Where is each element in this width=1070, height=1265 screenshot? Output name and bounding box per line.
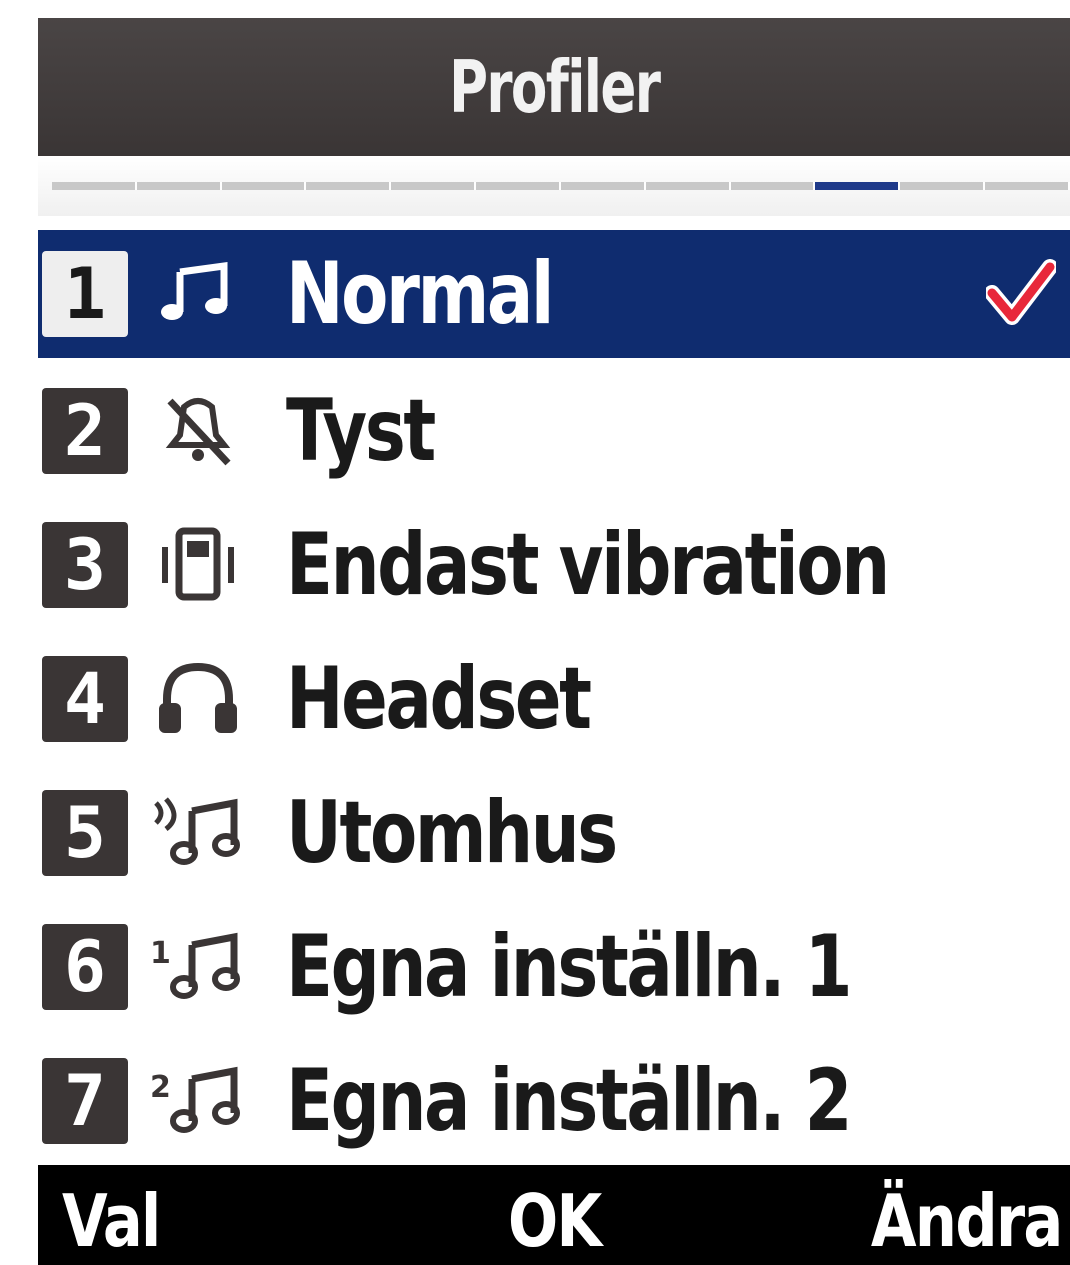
softkey-andra-button[interactable]: Ändra [871, 1179, 1063, 1263]
list-item-profile-tyst[interactable]: 2 Tyst [38, 364, 1070, 498]
custom-1-icon: 1 [146, 925, 250, 1009]
page-title: Profiler [448, 45, 661, 129]
list-item-profile-custom-1[interactable]: 6 1 Egna inställn. 1 [38, 900, 1070, 1034]
item-number-badge: 7 [42, 1058, 128, 1144]
item-number-badge: 4 [42, 656, 128, 742]
list-item-profile-vibration[interactable]: 3 Endast vibration [38, 498, 1070, 632]
list-item-profile-normal[interactable]: 1 Normal [38, 230, 1070, 358]
tab-indicator-track [52, 182, 1070, 190]
music-note-icon [146, 252, 250, 336]
item-label: Tyst [286, 381, 436, 481]
list-item-profile-utomhus[interactable]: 5 Utomhus [38, 766, 1070, 900]
item-label: Headset [286, 649, 592, 749]
tab-indicator [985, 182, 1070, 190]
item-number-badge: 3 [42, 522, 128, 608]
item-number-badge: 6 [42, 924, 128, 1010]
tab-indicator [391, 182, 477, 190]
tab-indicator [136, 182, 222, 190]
muted-bell-icon [146, 389, 250, 473]
tab-indicator [730, 182, 816, 190]
item-number-badge: 1 [42, 251, 128, 337]
tab-indicator [306, 182, 392, 190]
active-checkmark-icon [984, 259, 1058, 329]
outdoor-loud-icon [146, 791, 250, 875]
item-label: Egna inställn. 1 [286, 917, 853, 1017]
phone-screen: Profiler 1 Normal 2 Tyst 3 Endast vibrat… [38, 18, 1070, 1265]
svg-text:2: 2 [150, 1070, 171, 1105]
tab-indicator-active [815, 182, 901, 190]
item-label: Egna inställn. 2 [286, 1051, 853, 1151]
item-number-badge: 2 [42, 388, 128, 474]
profile-list: 1 Normal 2 Tyst 3 Endast vibration 4 Hea… [38, 230, 1070, 1168]
list-item-profile-custom-2[interactable]: 7 2 Egna inställn. 2 [38, 1034, 1070, 1168]
svg-text:1: 1 [150, 936, 171, 971]
tab-indicator [476, 182, 561, 190]
item-label: Normal [286, 244, 554, 344]
item-label: Utomhus [286, 783, 618, 883]
tab-indicator [52, 182, 137, 190]
list-item-profile-headset[interactable]: 4 Headset [38, 632, 1070, 766]
custom-2-icon: 2 [146, 1059, 250, 1143]
headset-icon [146, 657, 250, 741]
tab-indicator [645, 182, 731, 190]
title-bar: Profiler [38, 18, 1070, 156]
vibrate-phone-icon [146, 523, 250, 607]
tab-indicator [560, 182, 646, 190]
softkey-val-button[interactable]: Val [62, 1179, 161, 1263]
item-label: Endast vibration [286, 515, 890, 615]
softkey-ok-button[interactable]: OK [508, 1179, 602, 1263]
softkey-bar: Val OK Ändra [38, 1165, 1070, 1265]
tab-indicator [221, 182, 307, 190]
item-number-badge: 5 [42, 790, 128, 876]
tab-strip [38, 156, 1070, 216]
tab-indicator [900, 182, 986, 190]
